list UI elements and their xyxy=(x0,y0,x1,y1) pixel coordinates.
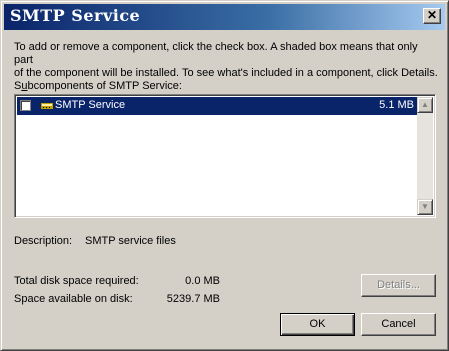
list-item-smtp-service[interactable]: SMTP Service 5.1 MB xyxy=(17,97,418,115)
component-size: 5.1 MB xyxy=(379,99,414,111)
component-checkbox[interactable] xyxy=(20,100,31,111)
disk-required-value: 0.0 MB xyxy=(185,275,220,287)
scroll-down-button[interactable]: ▼ xyxy=(417,199,433,215)
scroll-up-button[interactable]: ▲ xyxy=(417,97,433,113)
vertical-scrollbar[interactable]: ▲ ▼ xyxy=(417,97,433,215)
arrow-up-icon: ▲ xyxy=(421,100,429,109)
close-button[interactable]: ✕ xyxy=(423,8,441,24)
window-title: SMTP Service xyxy=(10,6,141,25)
description-label: Description: xyxy=(14,235,73,247)
disk-required-label: Total disk space required: xyxy=(14,275,139,287)
subcomponents-label: Subcomponents of SMTP Service: xyxy=(14,80,182,92)
instructions-text: To add or remove a component, click the … xyxy=(14,41,438,79)
smtp-service-dialog: SMTP Service ✕ To add or remove a compon… xyxy=(0,0,449,351)
cancel-button[interactable]: Cancel xyxy=(361,313,436,336)
description-value: SMTP service files xyxy=(85,235,176,247)
title-bar[interactable]: SMTP Service ✕ xyxy=(4,4,445,30)
component-name: SMTP Service xyxy=(55,99,126,111)
details-button[interactable]: Details... xyxy=(361,274,436,297)
close-icon: ✕ xyxy=(426,8,438,22)
disk-available-value: 5239.7 MB xyxy=(166,293,220,305)
component-icon xyxy=(41,103,53,109)
subcomponents-list[interactable]: SMTP Service 5.1 MB ▲ ▼ xyxy=(14,94,436,218)
disk-available-label: Space available on disk: xyxy=(14,293,133,305)
ok-button[interactable]: OK xyxy=(280,313,355,336)
arrow-down-icon: ▼ xyxy=(421,202,429,211)
